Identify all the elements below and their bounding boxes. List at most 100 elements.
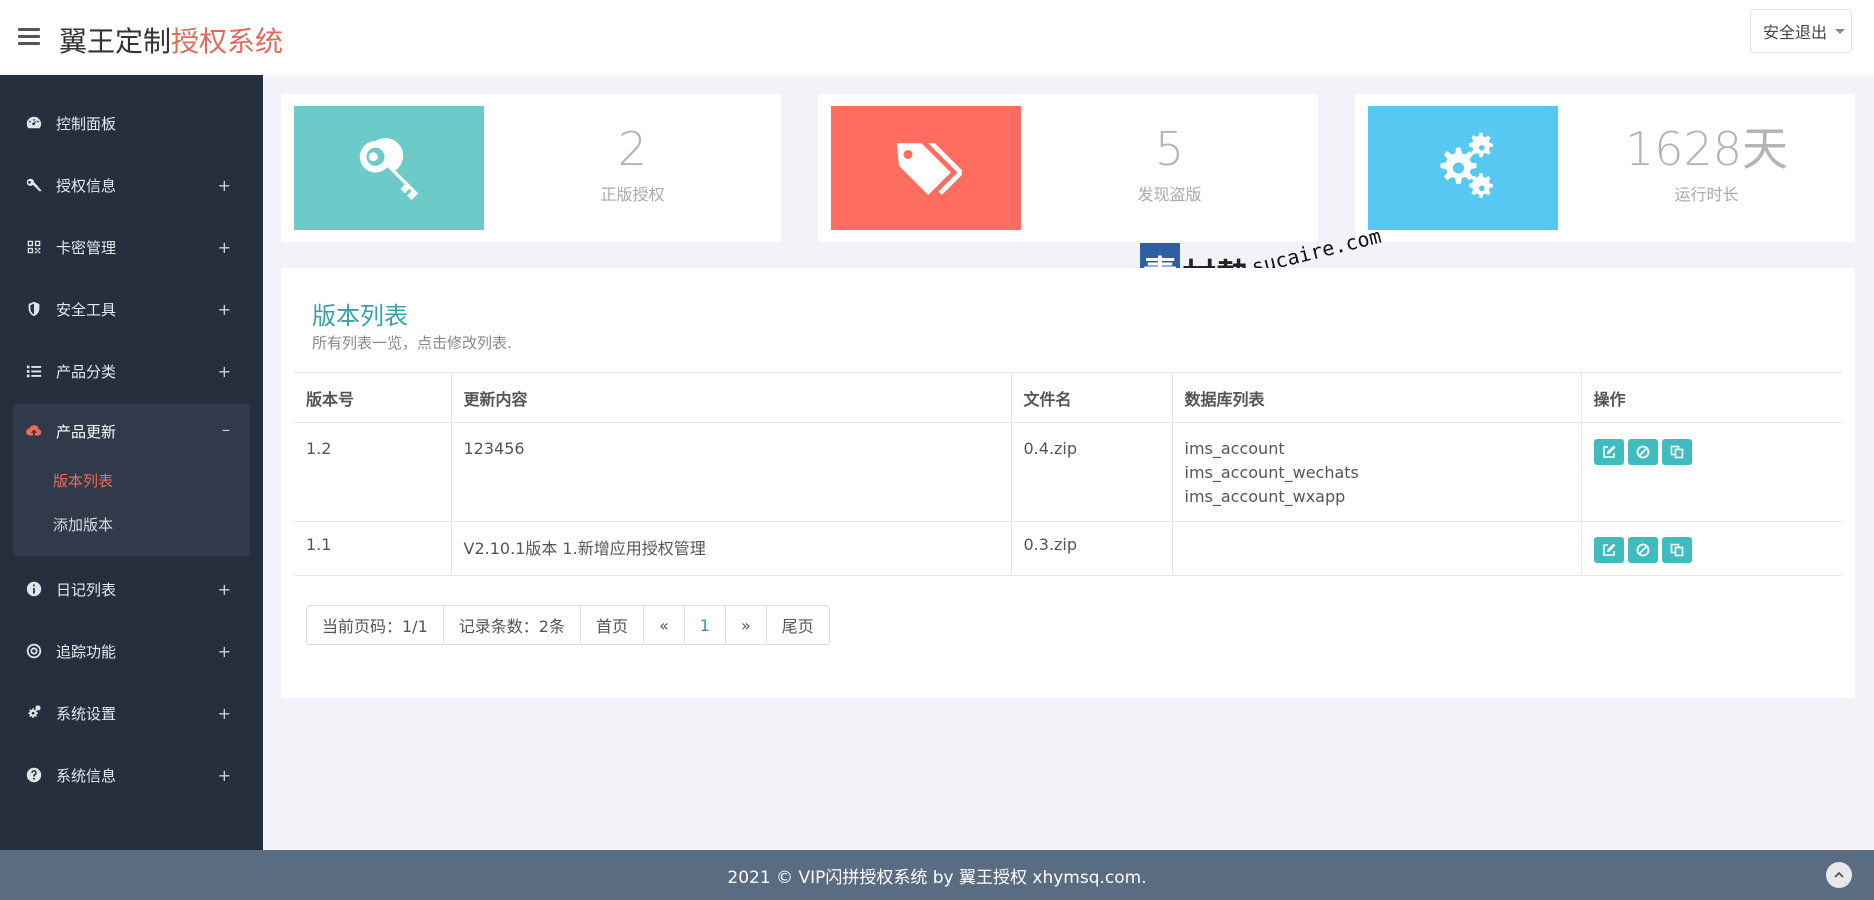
actions-cell [1580, 422, 1842, 522]
copy-button[interactable] [1661, 537, 1692, 563]
stat-value: 2 [617, 122, 648, 176]
db-cell [1171, 521, 1582, 576]
pager-record-count: 记录条数：2条 [444, 606, 581, 644]
sidebar-item-license[interactable]: 授权信息 + [0, 154, 263, 216]
expand-icon: + [217, 176, 231, 195]
submenu-version-list[interactable]: 版本列表 [13, 458, 250, 502]
brand-title: 翼王定制授权系统 [59, 20, 283, 60]
sidebar-item-dashboard[interactable]: 控制面板 [0, 92, 263, 154]
chevron-up-icon [1834, 871, 1844, 878]
sidebar-item-label: 日记列表 [56, 580, 117, 599]
edit-button[interactable] [1593, 439, 1624, 465]
file-cell: 0.3.zip [1010, 521, 1173, 576]
expand-icon: + [217, 704, 231, 723]
pager-page-1[interactable]: 1 [685, 606, 726, 644]
table-row: 1.1 V2.10.1版本 1.新增应用授权管理 0.3.zip [294, 521, 1842, 576]
db-item: ims_account_wechats [1184, 463, 1359, 482]
logout-label: 安全退出 [1763, 23, 1828, 42]
db-cell: ims_account ims_account_wechats ims_acco… [1171, 422, 1582, 522]
question-icon [24, 765, 44, 785]
sidebar-item-logs[interactable]: 日记列表 + [0, 558, 263, 620]
sidebar-item-label: 产品分类 [56, 362, 117, 381]
shield-icon [24, 299, 44, 319]
menu-toggle-icon[interactable] [18, 28, 40, 46]
key-icon [24, 175, 44, 195]
sidebar-item-label: 控制面板 [56, 114, 117, 133]
ban-icon [1636, 445, 1649, 459]
sidebar-item-label: 卡密管理 [56, 238, 117, 257]
stat-card-piracy: 5 发现盗版 [818, 94, 1318, 242]
edit-icon [1602, 543, 1615, 556]
version-list-panel: 版本列表 所有列表一览，点击修改列表. 版本号 更新内容 文件名 数据库列表 操… [281, 268, 1855, 698]
actions-cell [1580, 521, 1842, 576]
column-header: 数据库列表 [1171, 372, 1582, 423]
version-cell: 1.1 [294, 521, 452, 576]
db-item: ims_account [1184, 439, 1285, 458]
brand-main: 翼王定制 [59, 25, 172, 58]
stat-tile [294, 106, 484, 230]
submenu-add-version[interactable]: 添加版本 [13, 502, 250, 546]
column-header: 更新内容 [450, 372, 1012, 423]
sidebar-item-sysinfo[interactable]: 系统信息 + [0, 744, 263, 806]
sidebar-item-categories[interactable]: 产品分类 + [0, 340, 263, 402]
stat-label: 运行时长 [1674, 185, 1739, 204]
scroll-top-button[interactable] [1826, 862, 1852, 888]
sidebar-item-label: 产品更新 [56, 422, 117, 441]
cogs-icon [1440, 132, 1494, 198]
list-icon [24, 361, 44, 381]
expand-icon: + [217, 580, 231, 599]
column-header: 文件名 [1010, 372, 1173, 423]
sidebar: 控制面板 授权信息 + 卡密管理 + 安全工具 + 产品分类 + 产品更新 – … [0, 75, 263, 850]
stat-label: 正版授权 [600, 185, 665, 204]
top-header: 翼王定制授权系统 安全退出 [0, 0, 1874, 75]
table-header-row: 版本号 更新内容 文件名 数据库列表 操作 [294, 372, 1842, 423]
pager-current-page: 当前页码：1/1 [307, 606, 444, 644]
pagination: 当前页码：1/1 记录条数：2条 首页 « 1 » 尾页 [306, 605, 830, 645]
version-cell: 1.2 [294, 422, 452, 522]
pager-prev-button[interactable]: « [644, 606, 685, 644]
expand-icon: + [217, 362, 231, 381]
tags-icon [896, 143, 962, 195]
footer: 2021 © VIP闪拼授权系统 by 翼王授权 xhymsq.com. [0, 850, 1874, 900]
sidebar-item-security[interactable]: 安全工具 + [0, 278, 263, 340]
footer-text: 2021 © VIP闪拼授权系统 by 翼王授权 xhymsq.com. [727, 867, 1147, 888]
disable-button[interactable] [1627, 439, 1658, 465]
content-cell: V2.10.1版本 1.新增应用授权管理 [450, 521, 1012, 576]
stat-tile [831, 106, 1021, 230]
brand-highlight: 授权系统 [171, 25, 284, 58]
sidebar-item-cards[interactable]: 卡密管理 + [0, 216, 263, 278]
dashboard-icon [24, 113, 44, 133]
target-icon [24, 641, 44, 661]
ban-icon [1636, 543, 1649, 557]
sidebar-item-label: 追踪功能 [56, 642, 117, 661]
logout-dropdown[interactable]: 安全退出 [1750, 9, 1852, 53]
pager-first-button[interactable]: 首页 [581, 606, 644, 644]
copy-icon [1670, 445, 1683, 459]
stat-card-uptime: 1628天 运行时长 [1355, 94, 1855, 242]
stat-value: 5 [1154, 122, 1185, 176]
sidebar-item-label: 授权信息 [56, 176, 117, 195]
panel-title: 版本列表 [312, 302, 408, 330]
stat-card-licensed: 2 正版授权 [281, 94, 781, 242]
db-item: ims_account_wxapp [1184, 487, 1346, 506]
stat-label: 发现盗版 [1137, 185, 1202, 204]
version-table: 版本号 更新内容 文件名 数据库列表 操作 1.2 123456 0.4.zip… [294, 372, 1842, 576]
expand-icon: + [217, 300, 231, 319]
sidebar-item-settings[interactable]: 系统设置 + [0, 682, 263, 744]
stat-tile [1368, 106, 1558, 230]
sidebar-group-updates: 产品更新 – 版本列表 添加版本 [13, 404, 250, 556]
copy-button[interactable] [1661, 439, 1692, 465]
disable-button[interactable] [1627, 537, 1658, 563]
table-row: 1.2 123456 0.4.zip ims_account ims_accou… [294, 422, 1842, 522]
expand-icon: + [217, 238, 231, 257]
sidebar-item-updates[interactable]: 产品更新 – [13, 404, 250, 458]
pager-next-button[interactable]: » [726, 606, 767, 644]
cloud-upload-icon [24, 421, 44, 441]
pager-last-button[interactable]: 尾页 [767, 606, 829, 644]
column-header: 操作 [1580, 372, 1842, 423]
copy-icon [1670, 543, 1683, 557]
sidebar-item-tracking[interactable]: 追踪功能 + [0, 620, 263, 682]
sidebar-item-label: 安全工具 [56, 300, 117, 319]
edit-button[interactable] [1593, 537, 1624, 563]
stat-value: 1628天 [1624, 122, 1789, 176]
